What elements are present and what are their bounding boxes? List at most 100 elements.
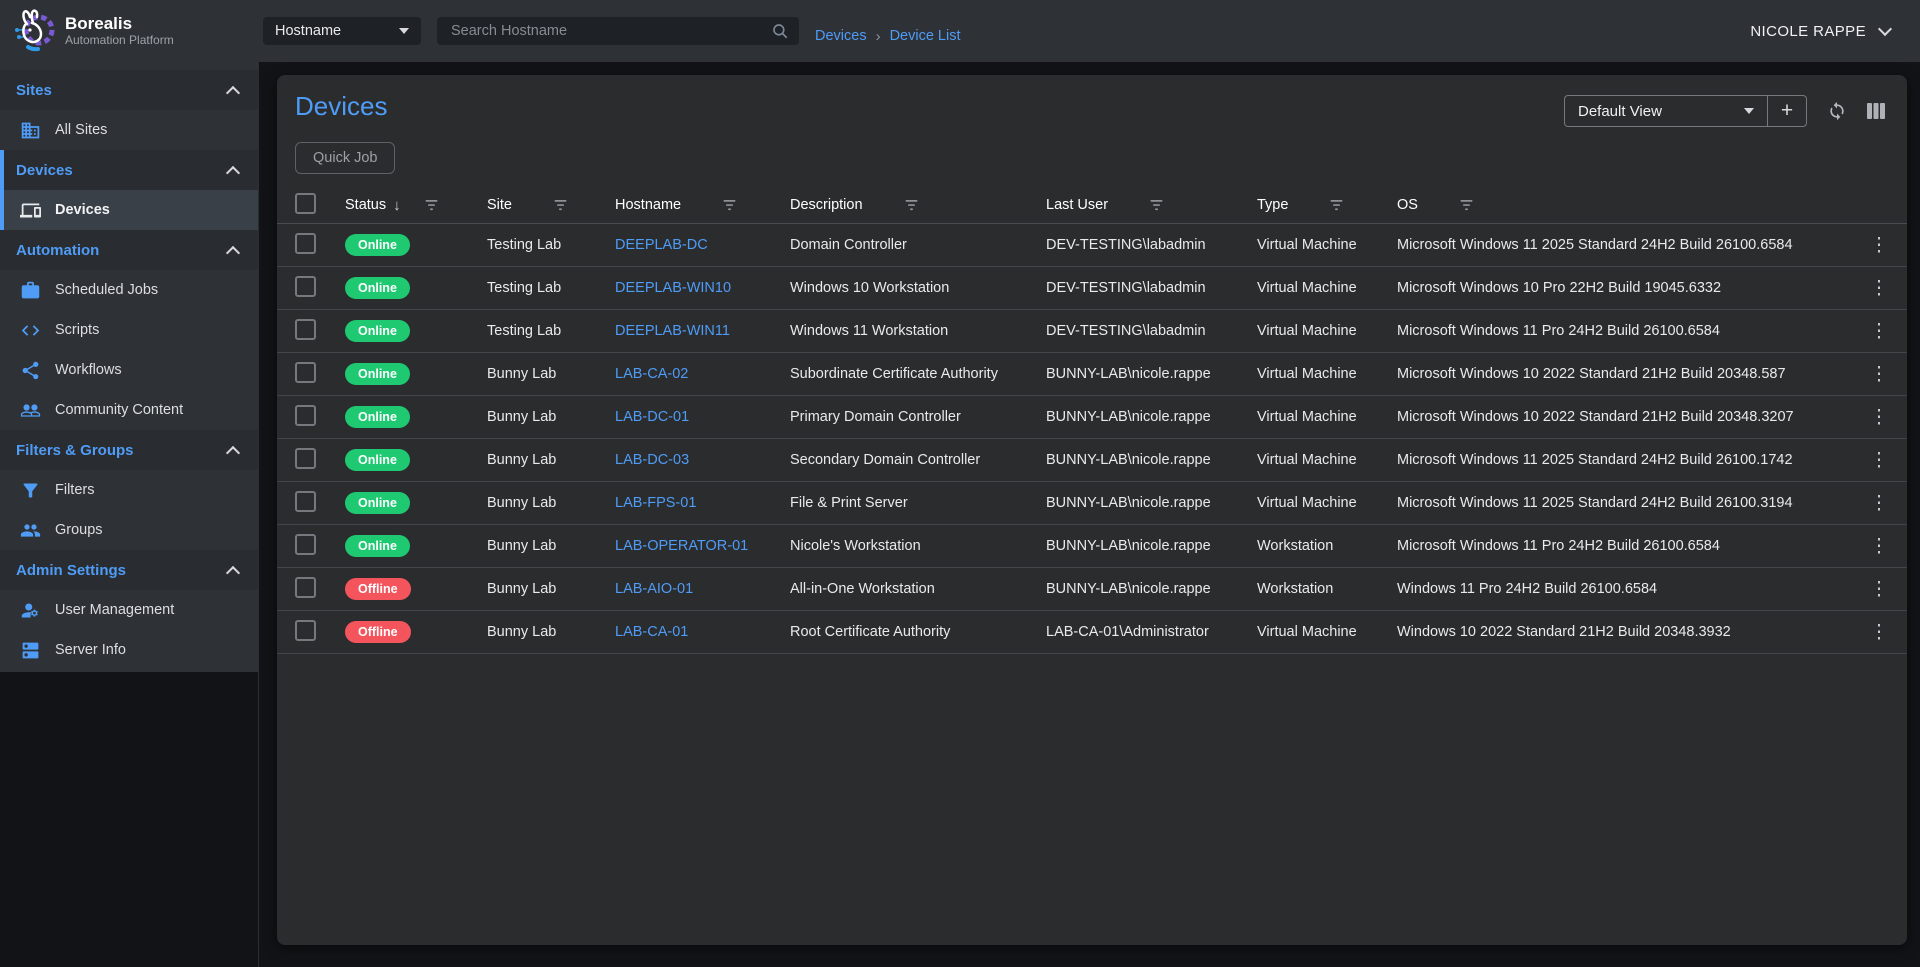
site-cell: Bunny Lab <box>487 495 615 511</box>
row-checkbox[interactable] <box>295 362 316 383</box>
hostname-link[interactable]: LAB-DC-03 <box>615 452 689 468</box>
sidebar-item-devices[interactable]: Devices <box>0 190 258 230</box>
table-row[interactable]: Online Testing Lab DEEPLAB-DC Domain Con… <box>277 224 1907 267</box>
column-header-os[interactable]: OS <box>1397 197 1851 213</box>
hostname-link[interactable]: DEEPLAB-DC <box>615 237 708 253</box>
search-box[interactable] <box>437 17 799 45</box>
filter-icon[interactable] <box>723 200 736 211</box>
table-row[interactable]: Offline Bunny Lab LAB-CA-01 Root Certifi… <box>277 611 1907 654</box>
last-user-cell: LAB-CA-01\Administrator <box>1046 624 1257 640</box>
last-user-cell: DEV-TESTING\labadmin <box>1046 323 1257 339</box>
last-user-cell: BUNNY-LAB\nicole.rappe <box>1046 538 1257 554</box>
hostname-link[interactable]: LAB-OPERATOR-01 <box>615 538 748 554</box>
hostname-link[interactable]: DEEPLAB-WIN11 <box>615 323 730 339</box>
sidebar-item-groups[interactable]: Groups <box>0 510 258 550</box>
sidebar-section-sites[interactable]: Sites <box>0 70 258 110</box>
status-badge: Online <box>345 363 410 385</box>
row-checkbox[interactable] <box>295 233 316 254</box>
sidebar-section-automation[interactable]: Automation <box>0 230 258 270</box>
column-header-status[interactable]: Status ↓ <box>345 197 487 214</box>
user-menu[interactable]: NICOLE RAPPE <box>1750 23 1890 40</box>
column-header-hostname[interactable]: Hostname <box>615 197 790 213</box>
filter-icon[interactable] <box>1460 200 1473 211</box>
row-menu-icon[interactable]: ⋮ <box>1851 578 1907 601</box>
table-row[interactable]: Online Bunny Lab LAB-CA-02 Subordinate C… <box>277 353 1907 396</box>
sidebar-item-workflows[interactable]: Workflows <box>0 350 258 390</box>
os-cell: Microsoft Windows 10 2022 Standard 21H2 … <box>1397 366 1851 382</box>
sidebar-item-community-content[interactable]: Community Content <box>0 390 258 430</box>
search-column-select[interactable]: Hostname <box>263 17 421 45</box>
row-menu-icon[interactable]: ⋮ <box>1851 621 1907 644</box>
site-cell: Testing Lab <box>487 237 615 253</box>
briefcase-icon <box>20 280 41 301</box>
row-checkbox[interactable] <box>295 448 316 469</box>
sidebar-item-filters[interactable]: Filters <box>0 470 258 510</box>
sidebar-item-server-info[interactable]: Server Info <box>0 630 258 670</box>
sidebar-item-scheduled-jobs[interactable]: Scheduled Jobs <box>0 270 258 310</box>
breadcrumb-devices[interactable]: Devices <box>815 28 867 44</box>
description-cell: Root Certificate Authority <box>790 624 1046 640</box>
filter-icon[interactable] <box>425 200 438 211</box>
column-header-site[interactable]: Site <box>487 197 615 213</box>
hostname-link[interactable]: LAB-CA-02 <box>615 366 688 382</box>
row-checkbox[interactable] <box>295 620 316 641</box>
row-menu-icon[interactable]: ⋮ <box>1851 492 1907 515</box>
row-menu-icon[interactable]: ⋮ <box>1851 320 1907 343</box>
quick-job-button[interactable]: Quick Job <box>295 142 395 174</box>
table-row[interactable]: Online Bunny Lab LAB-FPS-01 File & Print… <box>277 482 1907 525</box>
column-header-description[interactable]: Description <box>790 197 1046 213</box>
row-menu-icon[interactable]: ⋮ <box>1851 277 1907 300</box>
sidebar-item-label: Scheduled Jobs <box>55 282 158 298</box>
hostname-link[interactable]: LAB-CA-01 <box>615 624 688 640</box>
columns-icon[interactable] <box>1867 103 1885 119</box>
row-checkbox[interactable] <box>295 491 316 512</box>
breadcrumb-device-list[interactable]: Device List <box>890 28 961 44</box>
select-all-checkbox[interactable] <box>295 193 316 214</box>
filter-icon[interactable] <box>1150 200 1163 211</box>
search-input[interactable] <box>449 22 771 40</box>
table-row[interactable]: Online Bunny Lab LAB-OPERATOR-01 Nicole'… <box>277 525 1907 568</box>
row-menu-icon[interactable]: ⋮ <box>1851 363 1907 386</box>
sidebar-section-filters-groups[interactable]: Filters & Groups <box>0 430 258 470</box>
sidebar-item-label: All Sites <box>55 122 107 138</box>
row-menu-icon[interactable]: ⋮ <box>1851 234 1907 257</box>
devices-icon <box>20 200 41 221</box>
row-checkbox[interactable] <box>295 276 316 297</box>
row-menu-icon[interactable]: ⋮ <box>1851 535 1907 558</box>
chevron-up-icon <box>226 245 240 259</box>
sidebar-section-admin-settings[interactable]: Admin Settings <box>0 550 258 590</box>
row-checkbox[interactable] <box>295 405 316 426</box>
hostname-link[interactable]: LAB-FPS-01 <box>615 495 696 511</box>
type-cell: Virtual Machine <box>1257 237 1397 253</box>
add-view-button[interactable]: + <box>1768 96 1806 126</box>
row-menu-icon[interactable]: ⋮ <box>1851 406 1907 429</box>
status-badge: Online <box>345 320 410 342</box>
table-row[interactable]: Online Bunny Lab LAB-DC-03 Secondary Dom… <box>277 439 1907 482</box>
row-menu-icon[interactable]: ⋮ <box>1851 449 1907 472</box>
sidebar-section-devices[interactable]: Devices <box>0 150 258 190</box>
table-row[interactable]: Online Testing Lab DEEPLAB-WIN11 Windows… <box>277 310 1907 353</box>
type-cell: Virtual Machine <box>1257 624 1397 640</box>
hostname-link[interactable]: LAB-DC-01 <box>615 409 689 425</box>
hostname-link[interactable]: LAB-AIO-01 <box>615 581 693 597</box>
refresh-icon[interactable] <box>1827 101 1847 121</box>
sidebar-item-user-management[interactable]: User Management <box>0 590 258 630</box>
last-user-cell: DEV-TESTING\labadmin <box>1046 280 1257 296</box>
site-cell: Bunny Lab <box>487 538 615 554</box>
table-row[interactable]: Offline Bunny Lab LAB-AIO-01 All-in-One … <box>277 568 1907 611</box>
sidebar-item-all-sites[interactable]: All Sites <box>0 110 258 150</box>
code-icon <box>20 320 41 341</box>
filter-icon[interactable] <box>1330 200 1343 211</box>
row-checkbox[interactable] <box>295 577 316 598</box>
hostname-link[interactable]: DEEPLAB-WIN10 <box>615 280 731 296</box>
table-row[interactable]: Online Testing Lab DEEPLAB-WIN10 Windows… <box>277 267 1907 310</box>
row-checkbox[interactable] <box>295 319 316 340</box>
filter-icon[interactable] <box>905 200 918 211</box>
row-checkbox[interactable] <box>295 534 316 555</box>
table-row[interactable]: Online Bunny Lab LAB-DC-01 Primary Domai… <box>277 396 1907 439</box>
view-select[interactable]: Default View <box>1565 96 1768 126</box>
column-header-type[interactable]: Type <box>1257 197 1397 213</box>
filter-icon[interactable] <box>554 200 567 211</box>
column-header-last-user[interactable]: Last User <box>1046 197 1257 213</box>
sidebar-item-scripts[interactable]: Scripts <box>0 310 258 350</box>
